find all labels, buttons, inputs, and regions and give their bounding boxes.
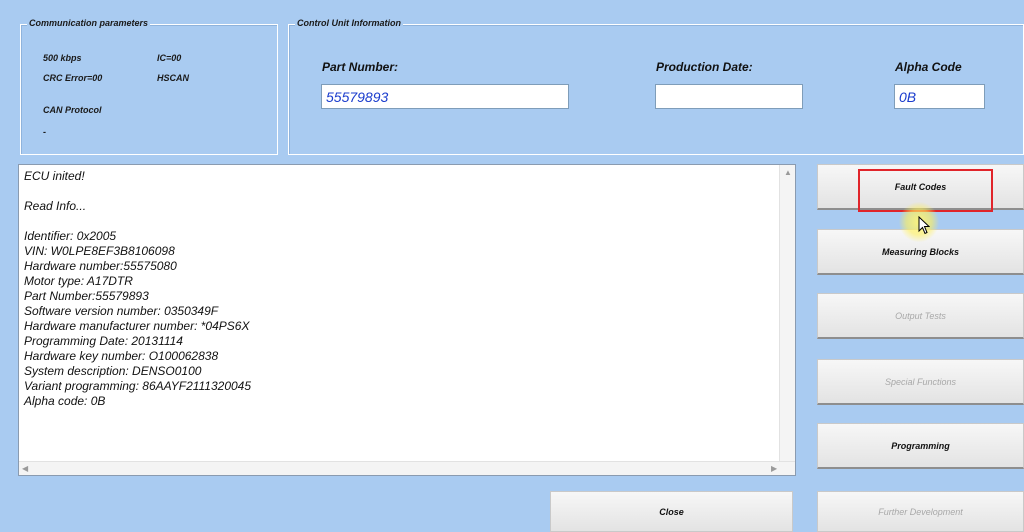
close-button[interactable]: Close: [550, 491, 793, 532]
scroll-left-icon[interactable]: ◀: [22, 464, 28, 473]
mouse-cursor-icon: [918, 216, 930, 235]
log-line: Programming Date: 20131114: [24, 334, 183, 348]
log-textarea[interactable]: ECU inited! Read Info... Identifier: 0x200…: [18, 164, 796, 476]
output-tests-button[interactable]: Output Tests: [817, 293, 1024, 339]
log-line: Motor type: A17DTR: [24, 274, 133, 288]
log-vertical-scrollbar[interactable]: ▲: [779, 165, 795, 461]
log-line: VIN: W0LPE8EF3B8106098: [24, 244, 175, 258]
comm-speed: 500 kbps: [43, 53, 82, 63]
comm-params-title: Communication parameters: [27, 18, 151, 28]
control-unit-title: Control Unit Information: [295, 18, 403, 28]
production-date-field[interactable]: [655, 84, 803, 109]
log-horizontal-scrollbar[interactable]: ◀ ▶: [19, 461, 795, 475]
log-line: Hardware number:55575080: [24, 259, 177, 273]
scroll-up-icon[interactable]: ▲: [784, 168, 792, 177]
special-functions-button[interactable]: Special Functions: [817, 359, 1024, 405]
log-line: Hardware manufacturer number: *04PS6X: [24, 319, 250, 333]
production-date-label: Production Date:: [656, 60, 753, 74]
part-number-label: Part Number:: [322, 60, 399, 74]
control-unit-group: Control Unit Information Part Number: Pr…: [288, 18, 1024, 155]
log-line: Hardware key number: O100062838: [24, 349, 219, 363]
log-line: Variant programming: 86AAYF2111320045: [24, 379, 252, 393]
alpha-code-field[interactable]: [894, 84, 985, 109]
comm-crc: CRC Error=00: [43, 73, 103, 83]
comm-protocol: CAN Protocol: [43, 105, 102, 115]
log-line: System description: DENSO0100: [24, 364, 202, 378]
programming-button[interactable]: Programming: [817, 423, 1024, 469]
log-line: Part Number:55579893: [24, 289, 149, 303]
further-development-button[interactable]: Further Development: [817, 491, 1024, 532]
log-line: Software version number: 0350349F: [24, 304, 219, 318]
log-text: ECU inited! Read Info... Identifier: 0x200…: [24, 169, 779, 409]
comm-bus: HSCAN: [157, 73, 190, 83]
log-line: Alpha code: 0B: [24, 394, 106, 408]
scroll-right-icon[interactable]: ▶: [771, 464, 777, 473]
comm-ic: IC=00: [157, 53, 182, 63]
comm-params-group: Communication parameters 500 kbps IC=00 …: [20, 18, 278, 155]
alpha-code-label: Alpha Code: [895, 60, 962, 74]
log-line: ECU inited!: [24, 169, 85, 183]
comm-protocol-value: -: [43, 127, 46, 137]
log-line: Identifier: 0x2005: [24, 229, 117, 243]
log-line: Read Info...: [24, 199, 87, 213]
part-number-field[interactable]: [321, 84, 569, 109]
